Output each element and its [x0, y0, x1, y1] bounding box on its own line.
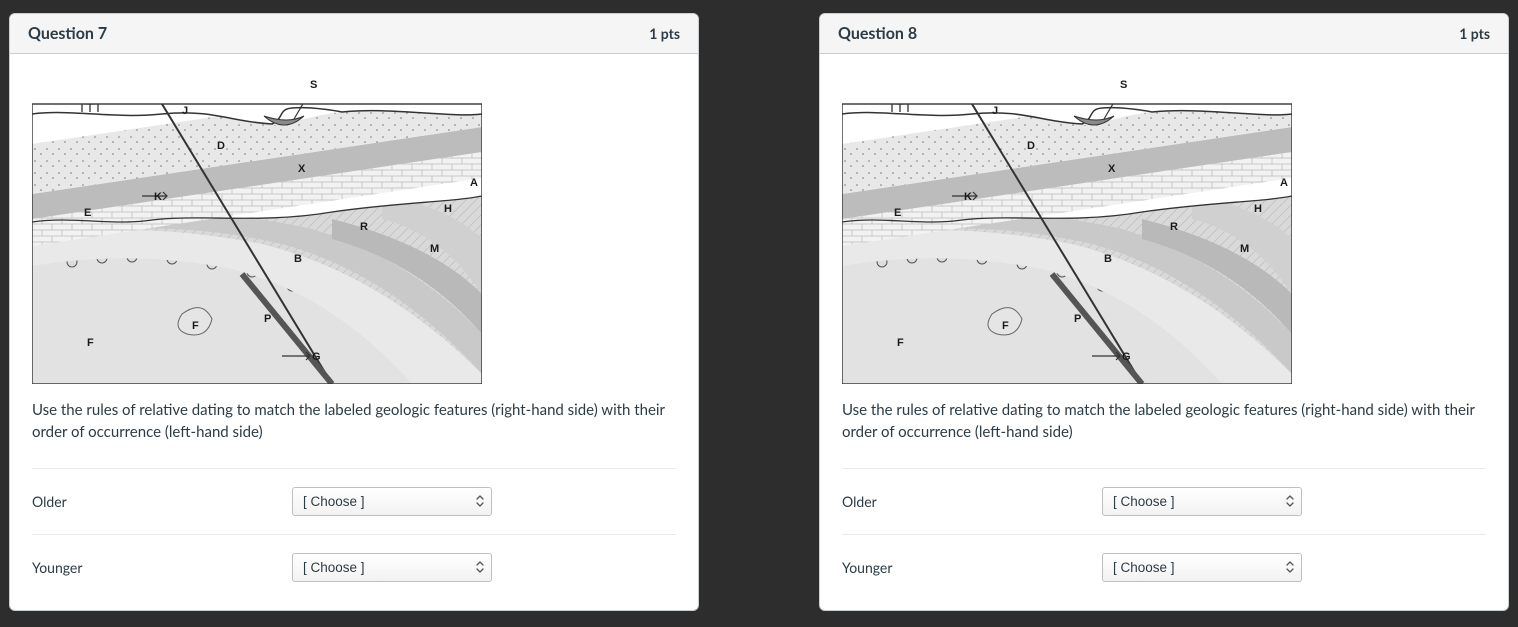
- match-row-older: Older [ Choose ]: [842, 468, 1486, 534]
- match-select-younger[interactable]: [ Choose ]: [1102, 553, 1302, 582]
- question-points: 1 pts: [649, 25, 680, 42]
- match-dropdown-younger[interactable]: [ Choose ]: [1102, 553, 1302, 582]
- diagram-label-Fleft: F: [897, 337, 904, 349]
- match-row-older: Older [ Choose ]: [32, 468, 676, 534]
- diagram-label-H: H: [444, 203, 452, 215]
- diagram-label-B: B: [294, 253, 302, 265]
- diagram-label-P: P: [1074, 313, 1081, 325]
- diagram-label-E: E: [84, 207, 91, 219]
- match-select-older[interactable]: [ Choose ]: [1102, 487, 1302, 516]
- match-label-older: Older: [842, 493, 1102, 510]
- diagram-label-X: X: [1108, 163, 1116, 175]
- diagram-label-P: P: [264, 313, 271, 325]
- match-label-younger: Younger: [32, 559, 292, 576]
- diagram-label-R: R: [1170, 221, 1178, 233]
- diagram-label-Fleft: F: [87, 337, 94, 349]
- diagram-label-H: H: [1254, 203, 1262, 215]
- question-card-7: Question 7 1 pts: [9, 13, 699, 611]
- diagram-label-D: D: [217, 140, 225, 152]
- diagram-label-A: A: [470, 177, 478, 189]
- diagram-label-M: M: [430, 243, 439, 255]
- diagram-label-A: A: [1280, 177, 1288, 189]
- diagram-label-J: J: [182, 105, 188, 117]
- question-card-8: Question 8 1 pts: [819, 13, 1509, 611]
- diagram-label-K: K: [964, 191, 972, 203]
- match-label-younger: Younger: [842, 559, 1102, 576]
- match-row-younger: Younger [ Choose ]: [842, 534, 1486, 600]
- match-dropdown-older[interactable]: [ Choose ]: [1102, 487, 1302, 516]
- diagram-label-R: R: [360, 221, 368, 233]
- geologic-diagram: S J D X A K E H R M B P F G F: [842, 74, 1486, 384]
- match-select-older[interactable]: [ Choose ]: [292, 487, 492, 516]
- question-header: Question 7 1 pts: [10, 14, 698, 54]
- question-title: Question 7: [28, 24, 107, 43]
- question-instructions: Use the rules of relative dating to matc…: [842, 400, 1486, 444]
- diagram-label-E: E: [894, 207, 901, 219]
- diagram-label-G: G: [312, 351, 321, 363]
- diagram-label-M: M: [1240, 243, 1249, 255]
- diagram-label-B: B: [1104, 253, 1112, 265]
- diagram-label-J: J: [992, 105, 998, 117]
- diagram-label-Fblob: F: [192, 320, 199, 332]
- geologic-cross-section-icon: S J D X A K E H R M B P F G F: [842, 74, 1292, 384]
- question-title: Question 8: [838, 24, 917, 43]
- match-select-younger[interactable]: [ Choose ]: [292, 553, 492, 582]
- question-header: Question 8 1 pts: [820, 14, 1508, 54]
- diagram-label-D: D: [1027, 140, 1035, 152]
- match-dropdown-older[interactable]: [ Choose ]: [292, 487, 492, 516]
- match-label-older: Older: [32, 493, 292, 510]
- diagram-label-G: G: [1122, 351, 1131, 363]
- diagram-label-S: S: [1120, 79, 1127, 91]
- diagram-label-Fblob: F: [1002, 320, 1009, 332]
- geologic-diagram: S J D X A K E H R M B P F G F: [32, 74, 676, 384]
- diagram-label-K: K: [154, 191, 162, 203]
- match-row-younger: Younger [ Choose ]: [32, 534, 676, 600]
- diagram-label-S: S: [310, 79, 317, 91]
- question-body: S J D X A K E H R M B P F G F Use: [820, 54, 1508, 610]
- match-dropdown-younger[interactable]: [ Choose ]: [292, 553, 492, 582]
- question-points: 1 pts: [1459, 25, 1490, 42]
- question-body: S J D X A K E H R M B P F G F Use: [10, 54, 698, 610]
- geologic-cross-section-icon: S J D X A K E H R M B P F G F: [32, 74, 482, 384]
- diagram-label-X: X: [298, 163, 306, 175]
- question-instructions: Use the rules of relative dating to matc…: [32, 400, 676, 444]
